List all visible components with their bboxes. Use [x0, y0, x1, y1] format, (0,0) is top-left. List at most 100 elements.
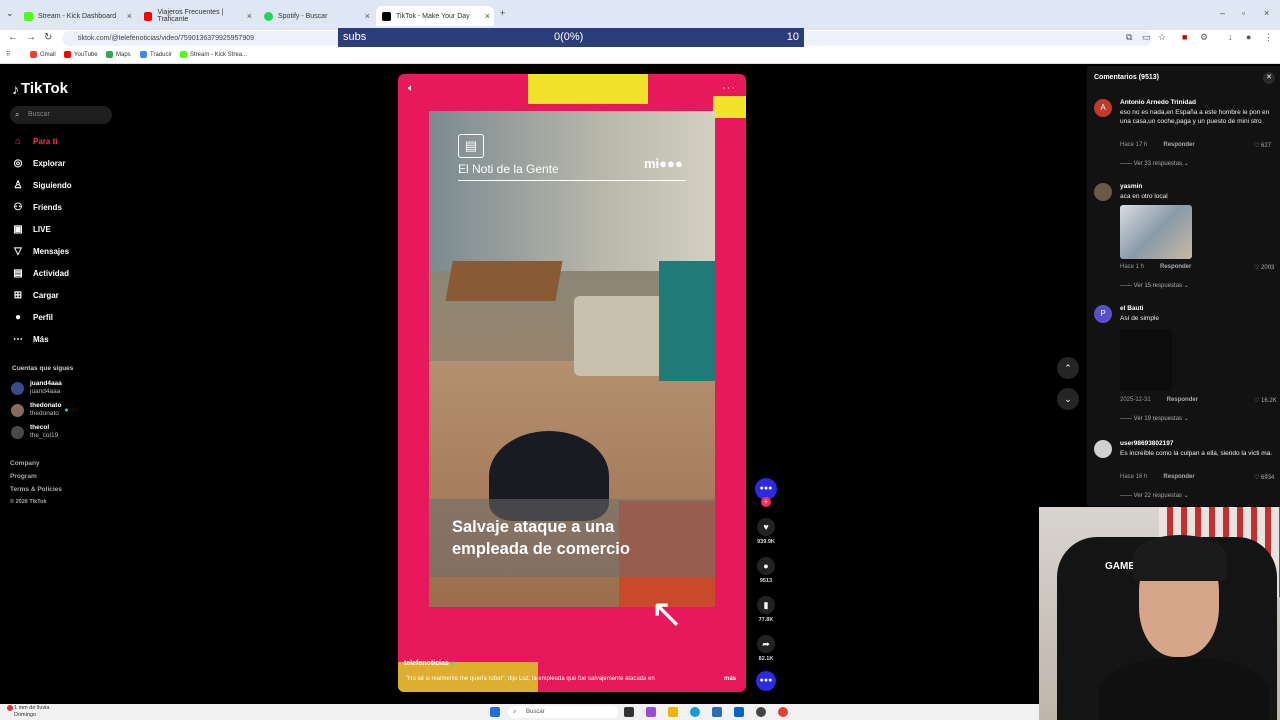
comment-image[interactable] — [1120, 205, 1192, 259]
nav-siguiendo[interactable]: ♙ Siguiendo — [12, 178, 72, 192]
following-account[interactable]: thecol the_col19 — [11, 424, 58, 440]
new-tab-icon[interactable]: + — [500, 8, 505, 18]
translate-icon[interactable]: ⧉ — [1126, 32, 1132, 43]
sound-disc-icon[interactable]: ●●● — [756, 671, 776, 691]
extensions-icon[interactable]: ⚙ — [1200, 32, 1208, 43]
video-player[interactable]: ▤ El Noti de la Gente mi●●● Salvaje ataq… — [398, 74, 746, 692]
avatar[interactable] — [1094, 440, 1112, 458]
avatar[interactable]: A — [1094, 99, 1112, 117]
follow-plus-icon[interactable]: + — [761, 497, 771, 507]
taskbar-search[interactable]: ⌕ Buscar — [508, 706, 618, 718]
nav-perfil[interactable]: ● Perfil — [12, 310, 53, 324]
chrome-icon[interactable] — [778, 707, 788, 717]
tab-spotify[interactable]: Spotify - Buscar × — [258, 6, 374, 26]
tab-kick-dashboard[interactable]: Stream - Kick Dashboard × — [18, 6, 136, 26]
close-tab-icon[interactable]: × — [127, 11, 132, 21]
comment-like-button[interactable]: ♡ 6934 — [1254, 474, 1274, 481]
nav-explorar[interactable]: ◎ Explorar — [12, 156, 66, 170]
file-explorer-icon[interactable] — [668, 707, 678, 717]
following-account[interactable]: thedonato thedonato ● — [11, 402, 69, 418]
close-tab-icon[interactable]: × — [365, 11, 370, 21]
cast-icon[interactable]: ▭ — [1142, 32, 1151, 43]
store-icon[interactable] — [712, 707, 722, 717]
back-icon[interactable]: ← — [8, 32, 18, 43]
previous-video-button[interactable]: ⌃ — [1057, 357, 1079, 379]
comment-like-button[interactable]: ♡ 627 — [1254, 142, 1271, 149]
subs-goal-overlay: subs 0(0%) 10 — [338, 28, 804, 47]
share-button[interactable]: ➦ 82.1K — [756, 635, 776, 662]
minimize-icon[interactable]: – — [1220, 8, 1225, 18]
view-replies-button[interactable]: —— Ver 15 respuestas ⌄ — [1120, 282, 1189, 289]
footer-company[interactable]: Company — [10, 460, 40, 467]
reply-button[interactable]: Responder — [1163, 142, 1194, 148]
extension-icon[interactable]: ■ — [1182, 32, 1187, 42]
tab-menu-icon[interactable]: ⌄ — [6, 8, 14, 19]
tiktok-logo[interactable]: ♪ TikTok — [12, 80, 68, 97]
nav-mas[interactable]: ⋯ Más — [12, 332, 49, 346]
bookmark-star-icon[interactable]: ☆ — [1158, 32, 1166, 43]
app-icon[interactable] — [756, 707, 766, 717]
bookmarks-bar: ⠿ Gmail YouTube Maps Traducir Stream - K… — [0, 48, 1280, 64]
video-more-icon[interactable]: ··· — [722, 82, 736, 94]
app-icon[interactable] — [646, 707, 656, 717]
video-username[interactable]: telefenoticias ● — [404, 660, 455, 667]
comment-like-button[interactable]: ♡ 2003 — [1254, 264, 1274, 271]
view-replies-button[interactable]: —— Ver 22 respuestas ⌄ — [1120, 492, 1189, 499]
next-video-button[interactable]: ⌄ — [1057, 388, 1079, 410]
nav-mensajes[interactable]: ▽ Mensajes — [12, 244, 69, 258]
close-tab-icon[interactable]: × — [247, 11, 252, 21]
apps-icon[interactable]: ⠿ — [6, 51, 10, 58]
reply-button[interactable]: Responder — [1160, 264, 1191, 270]
nav-cargar[interactable]: ⊞ Cargar — [12, 288, 59, 302]
close-window-icon[interactable]: × — [1264, 8, 1269, 18]
windows-start-icon[interactable] — [490, 707, 500, 717]
search-icon: ⌕ — [15, 110, 20, 119]
avatar[interactable] — [1094, 183, 1112, 201]
outlook-icon[interactable] — [734, 707, 744, 717]
avatar — [11, 403, 24, 417]
footer-terms[interactable]: Terms & Policies — [10, 486, 62, 493]
tab-youtube[interactable]: Viajeros Frecuentes | Traficante × — [138, 6, 256, 26]
downloads-icon[interactable]: ↓ — [1228, 32, 1233, 42]
bookmark-kick[interactable]: Stream - Kick Strea... — [180, 51, 247, 58]
avatar[interactable]: P — [1094, 305, 1112, 323]
close-tab-icon[interactable]: × — [485, 11, 490, 21]
bookmark-translate[interactable]: Traducir — [140, 51, 172, 58]
tab-tiktok[interactable]: TikTok - Make Your Day × — [376, 6, 494, 26]
like-button[interactable]: ♥ 939.9K — [756, 518, 776, 545]
edge-icon[interactable] — [690, 707, 700, 717]
comment-button[interactable]: ● 9513 — [756, 557, 776, 584]
video-more-link[interactable]: más — [724, 676, 736, 682]
volume-icon[interactable]: 🔈︎ — [408, 83, 414, 94]
bookmark-maps[interactable]: Maps — [106, 51, 131, 58]
browser-menu-icon[interactable]: ⋮ — [1264, 32, 1273, 43]
following-icon: ♙ — [13, 179, 23, 191]
verified-icon: ● — [450, 660, 455, 667]
reply-button[interactable]: Responder — [1163, 474, 1194, 480]
kick-icon — [24, 11, 33, 21]
nav-live[interactable]: ▣ LIVE — [12, 222, 51, 236]
nav-actividad[interactable]: ▤ Actividad — [12, 266, 69, 280]
comment-meme-image[interactable] — [1120, 329, 1172, 391]
following-account[interactable]: juand4aaa juand4aaa — [11, 380, 62, 396]
profile-avatar-icon[interactable]: ● — [1246, 32, 1251, 42]
bookmark-gmail[interactable]: Gmail — [30, 51, 56, 58]
view-replies-button[interactable]: —— Ver 33 respuestas ⌄ — [1120, 160, 1189, 167]
bookmark-youtube[interactable]: YouTube — [64, 51, 98, 58]
save-button[interactable]: ▮ 77.8K — [756, 596, 776, 623]
view-replies-button[interactable]: —— Ver 19 respuestas ⌄ — [1120, 415, 1189, 422]
footer-program[interactable]: Program — [10, 473, 37, 480]
reply-button[interactable]: Responder — [1167, 397, 1198, 403]
reload-icon[interactable]: ↻ — [44, 32, 52, 43]
comment-like-button[interactable]: ♡ 16.2K — [1254, 397, 1277, 404]
nav-friends[interactable]: ⚇ Friends — [12, 200, 62, 214]
task-view-icon[interactable] — [624, 707, 634, 717]
search-input[interactable]: ⌕ Buscar — [10, 106, 112, 124]
footer-copyright: © 2026 TikTok — [10, 499, 47, 505]
nav-para-ti[interactable]: ⌂ Para ti — [12, 134, 58, 148]
weather-widget[interactable]: 1 mm de lluvia Domingo — [7, 705, 49, 719]
maximize-icon[interactable]: ▫ — [1242, 8, 1245, 18]
forward-icon[interactable]: → — [26, 32, 36, 43]
close-icon[interactable]: ✕ — [1263, 72, 1275, 84]
subs-label: subs — [343, 31, 367, 43]
